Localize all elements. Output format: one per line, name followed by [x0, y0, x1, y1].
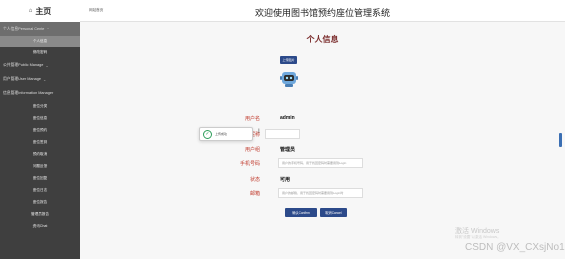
sidebar-item-change-password[interactable]: 修改密码 — [0, 47, 80, 58]
cancel-button[interactable]: 取消Cancel — [320, 208, 347, 217]
sidebar-item[interactable]: 资讯Chat — [0, 220, 80, 232]
chevron-down-icon: ⌄ — [45, 62, 49, 68]
sidebar-group-personal[interactable]: 个人信息Personal Cente ⌃ — [0, 22, 80, 36]
email-label: 邮箱 — [249, 191, 260, 197]
email-field[interactable]: 用户的邮箱，用于找回密码时需要用到Login时 — [278, 188, 363, 198]
upload-image-button[interactable]: 上传图片 — [280, 56, 297, 64]
brand-label: 主页 — [35, 6, 52, 16]
text-cursor-icon: Ⅰ — [258, 129, 260, 135]
confirm-button[interactable]: 确认Confirm — [285, 208, 317, 217]
sidebar-item[interactable]: 座位信息 — [0, 112, 80, 124]
page-title: 个人信息 — [306, 35, 339, 44]
toast-message: 上传成功 — [215, 132, 228, 136]
windows-activation-hint: 转到"设置"以激活 Windows。 — [455, 235, 501, 239]
app-title: 欢迎使用图书馆预约座位管理系统 — [254, 8, 390, 18]
sidebar-item[interactable]: 座位回复 — [0, 172, 80, 184]
header-bar: 网站首页 欢迎使用图书馆预约座位管理系统 — [80, 0, 565, 22]
status-value: 可用 — [280, 177, 291, 183]
sidebar-item[interactable]: 管理员报告 — [0, 208, 80, 220]
status-label: 状态 — [249, 177, 260, 183]
sidebar-item-personal-info[interactable]: 个人信息 — [0, 36, 80, 47]
sidebar-item[interactable]: 座位预约 — [0, 124, 80, 136]
chevron-down-icon: ⌄ — [42, 76, 47, 82]
sidebar-item[interactable]: 座位报告 — [0, 196, 80, 208]
avatar — [279, 69, 299, 89]
sidebar-group-user[interactable]: 用户管理User Manage ⌄ — [0, 72, 80, 86]
home-icon: ⌂ — [28, 8, 33, 14]
csdn-watermark: CSDN @VX_CXsjNo1 — [465, 242, 565, 253]
phone-field[interactable]: 用户的手机号码，用于找回密码时需要用到Login — [278, 158, 363, 168]
robot-avatar-icon — [280, 72, 298, 87]
chevron-up-icon: ⌃ — [46, 26, 50, 32]
sidebar-item[interactable]: 座位日志 — [0, 184, 80, 196]
role-label: 用户组 — [244, 147, 260, 153]
nickname-field[interactable] — [265, 129, 300, 139]
scrollbar-handle[interactable] — [559, 133, 562, 147]
role-value: 管理员 — [280, 147, 296, 153]
sidebar-group-public[interactable]: 公共管理Public Manage ⌄ — [0, 58, 80, 72]
sidebar-item[interactable]: 座位分类 — [0, 100, 80, 112]
sidebar-item[interactable]: 问题反馈 — [0, 160, 80, 172]
main-content: 个人信息 上传图片 用户名 admin 昵称 用户组 管理员 手机号码 用户的手… — [80, 22, 565, 259]
phone-label: 手机号码 — [239, 161, 260, 167]
username-label: 用户名 — [244, 116, 260, 122]
brand-home[interactable]: ⌂ 主页 — [0, 0, 80, 22]
username-value: admin — [280, 115, 295, 121]
success-toast: ✓ 上传成功 — [199, 127, 253, 141]
check-circle-icon: ✓ — [203, 129, 212, 139]
sidebar-item[interactable]: 预约取消 — [0, 148, 80, 160]
sidebar-group-info[interactable]: 信息管理Information Manager — [0, 86, 80, 100]
sidebar: ⌂ 主页 个人信息Personal Cente ⌃ 个人信息 修改密码 公共管理… — [0, 0, 80, 259]
sidebar-item[interactable]: 座位签到 — [0, 136, 80, 148]
